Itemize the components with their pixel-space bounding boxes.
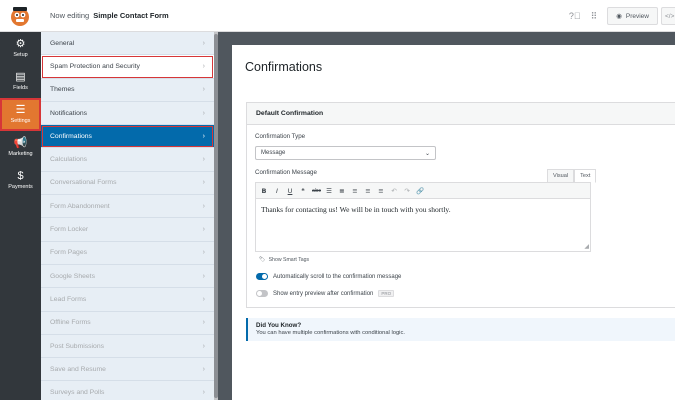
panel-item-form-pages[interactable]: Form Pages › [41, 242, 214, 265]
chevron-right-icon: › [202, 109, 205, 117]
chevron-right-icon: › [202, 295, 205, 303]
editor-toolbar: B I U ❝ abc ☰ ≣ ≡ ≡ ≡ ↶ ↷ 🔗 [256, 183, 590, 199]
entry-preview-toggle-row: Show entry preview after confirmation PR… [256, 290, 395, 297]
editor-tabs: Visual Text [547, 169, 597, 183]
numbered-list-icon[interactable]: ≣ [338, 187, 346, 195]
chevron-right-icon: › [202, 156, 205, 164]
preview-button[interactable]: ◉ Preview [607, 7, 658, 25]
chevron-right-icon: › [202, 39, 205, 47]
gear-icon: ⚙ [15, 38, 26, 50]
sidebar-item-fields[interactable]: ▤ Fields [0, 65, 41, 98]
panel-item-offline-forms[interactable]: Offline Forms › [41, 312, 214, 335]
chevron-right-icon: › [202, 86, 205, 94]
panel-item-save-and-resume[interactable]: Save and Resume › [41, 358, 214, 382]
message-editor[interactable]: B I U ❝ abc ☰ ≣ ≡ ≡ ≡ ↶ ↷ 🔗 Thanks for c… [255, 182, 591, 252]
help-icon[interactable]: ?⃝ [569, 11, 581, 21]
underline-icon[interactable]: U [286, 187, 294, 195]
chevron-down-icon: ⌄ [424, 150, 430, 157]
blockquote-icon[interactable]: ❝ [299, 187, 307, 195]
chevron-right-icon: › [202, 202, 205, 210]
megaphone-icon: 📢 [13, 137, 28, 149]
page-title: Confirmations [245, 60, 323, 74]
confirmation-type-select[interactable]: Message ⌄ [255, 146, 436, 160]
form-name: Simple Contact Form [93, 11, 169, 20]
message-text[interactable]: Thanks for contacting us! We will be in … [256, 199, 590, 220]
italic-icon[interactable]: I [273, 187, 281, 195]
sliders-icon: ☰ [15, 104, 26, 116]
panel-item-lead-forms[interactable]: Lead Forms › [41, 288, 214, 312]
bold-icon[interactable]: B [260, 187, 268, 195]
chevron-right-icon: › [202, 365, 205, 373]
panel-item-general[interactable]: General › [41, 32, 214, 56]
panel-item-form-locker[interactable]: Form Locker › [41, 218, 214, 242]
tab-text[interactable]: Text [574, 169, 597, 183]
chevron-right-icon: › [202, 319, 205, 327]
chevron-right-icon: › [202, 342, 205, 350]
entry-preview-toggle[interactable] [256, 290, 268, 297]
sidebar-item-setup[interactable]: ⚙ Setup [0, 32, 41, 65]
chevron-right-icon: › [202, 179, 205, 187]
embed-button[interactable]: </> [661, 7, 675, 25]
pro-badge: PRO [378, 290, 395, 297]
panel-item-spam-protection[interactable]: Spam Protection and Security › [41, 55, 214, 79]
did-you-know-notice: Did You Know? You can have multiple conf… [246, 318, 675, 341]
show-smart-tags-link[interactable]: 🏷 Show Smart Tags [259, 257, 309, 263]
fields-icon: ▤ [15, 71, 26, 83]
link-icon[interactable]: 🔗 [416, 187, 424, 195]
panel-item-google-sheets[interactable]: Google Sheets › [41, 265, 214, 289]
panel-item-calculations[interactable]: Calculations › [41, 148, 214, 172]
strikethrough-icon[interactable]: abc [312, 188, 321, 194]
code-icon: </> [665, 12, 675, 20]
panel-item-surveys-and-polls[interactable]: Surveys and Polls › [41, 381, 214, 400]
panel-item-post-submissions[interactable]: Post Submissions › [41, 335, 214, 359]
dollar-icon: $ [17, 170, 24, 182]
align-left-icon[interactable]: ≡ [351, 187, 359, 195]
top-bar: Now editing Simple Contact Form ?⃝ ⠿ ◉ Pr… [0, 0, 675, 32]
align-center-icon[interactable]: ≡ [364, 187, 372, 195]
builder-sidebar: ⚙ Setup ▤ Fields ☰ Settings 📢 Marketing … [0, 32, 41, 400]
sidebar-item-payments[interactable]: $ Payments [0, 164, 41, 197]
chevron-right-icon: › [202, 249, 205, 257]
eye-icon: ◉ [616, 13, 622, 20]
redo-icon[interactable]: ↷ [403, 187, 411, 195]
confirmation-message-label: Confirmation Message [255, 169, 317, 176]
settings-panel: General › Spam Protection and Security › T… [41, 32, 214, 400]
grid-icon[interactable]: ⠿ [591, 11, 598, 22]
panel-item-confirmations[interactable]: Confirmations › [41, 125, 214, 149]
align-right-icon[interactable]: ≡ [377, 187, 385, 195]
tab-visual[interactable]: Visual [547, 169, 575, 183]
confirmation-type-label: Confirmation Type [255, 133, 306, 140]
sidebar-item-settings[interactable]: ☰ Settings [0, 98, 41, 131]
notice-text: You can have multiple confirmations with… [256, 330, 405, 336]
default-confirmation-card: Default Confirmation Confirmation Type M… [246, 102, 675, 308]
chevron-right-icon: › [202, 389, 205, 397]
panel-item-themes[interactable]: Themes › [41, 79, 214, 102]
notice-title: Did You Know? [256, 322, 302, 329]
now-editing-label: Now editing Simple Contact Form [50, 11, 169, 20]
auto-scroll-toggle[interactable] [256, 273, 268, 280]
panel-item-notifications[interactable]: Notifications › [41, 102, 214, 126]
card-header: Default Confirmation [247, 103, 675, 125]
resize-handle-icon[interactable]: ◢ [584, 243, 589, 250]
undo-icon[interactable]: ↶ [390, 187, 398, 195]
sidebar-item-marketing[interactable]: 📢 Marketing [0, 131, 41, 164]
auto-scroll-toggle-row: Automatically scroll to the confirmation… [256, 273, 401, 280]
bullet-list-icon[interactable]: ☰ [325, 187, 333, 195]
chevron-right-icon: › [202, 272, 205, 280]
chevron-right-icon: › [202, 62, 205, 70]
tag-icon: 🏷 [259, 257, 266, 263]
panel-item-form-abandonment[interactable]: Form Abandonment › [41, 195, 214, 219]
panel-item-conversational-forms[interactable]: Conversational Forms › [41, 172, 214, 196]
wpforms-logo [0, 0, 40, 32]
chevron-right-icon: › [202, 226, 205, 234]
chevron-right-icon: › [202, 132, 205, 140]
